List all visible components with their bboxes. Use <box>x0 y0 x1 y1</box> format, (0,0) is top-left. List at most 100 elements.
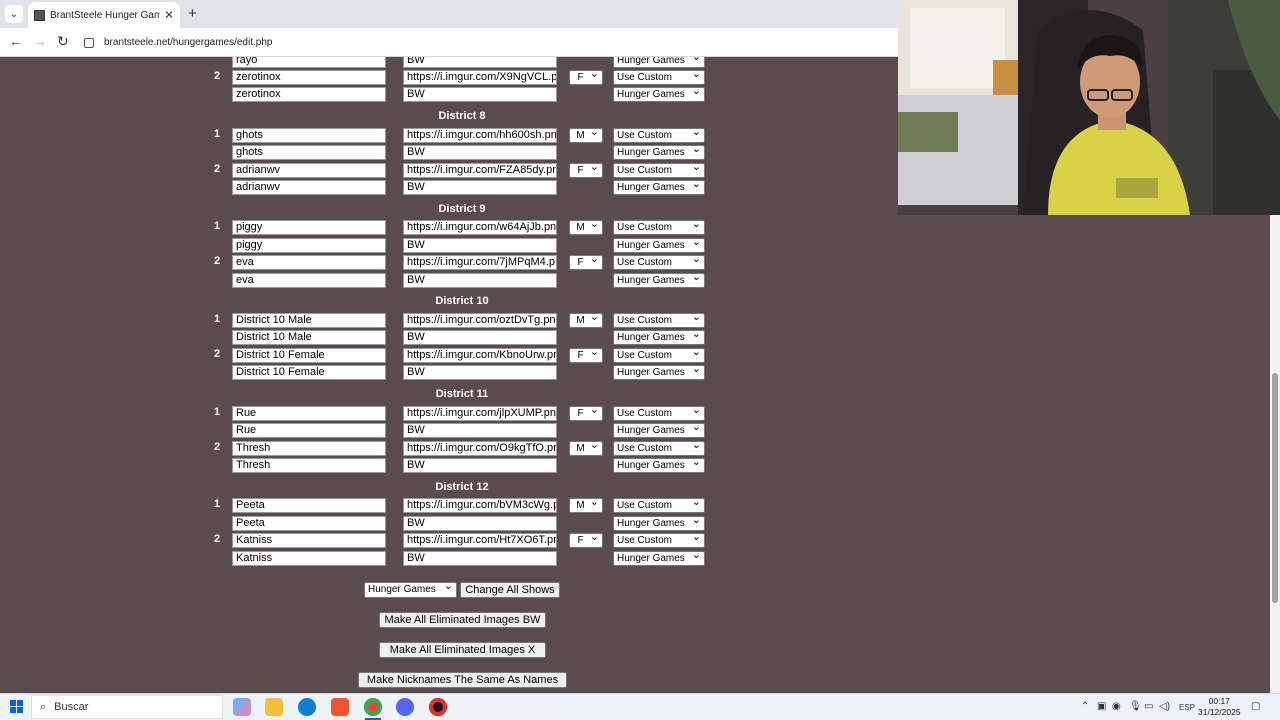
windows-start-icon[interactable] <box>10 700 24 714</box>
dead-name-input[interactable]: Rue <box>232 423 386 438</box>
wifi-icon[interactable]: ▭ <box>1144 701 1153 712</box>
dead-name-input[interactable]: zerotinox <box>232 86 386 102</box>
tribute-name-input[interactable]: adrianwv <box>232 162 386 178</box>
chrome-icon[interactable] <box>364 698 382 716</box>
notifications-icon[interactable]: ▢ <box>1251 701 1260 712</box>
dead-image-input[interactable]: BW <box>403 515 557 531</box>
tribute-name-input[interactable]: Peeta <box>232 498 386 514</box>
all-shows-select[interactable]: Hunger Games <box>364 582 457 598</box>
image-type-select[interactable]: Use Custom <box>613 312 705 328</box>
tribute-image-input[interactable]: https://i.imgur.com/O9kgTfO.pr <box>403 440 557 456</box>
tray-network-app-icon[interactable]: ◉ <box>1112 701 1121 712</box>
image-type-select[interactable]: Use Custom <box>613 162 705 178</box>
tribute-image-input[interactable]: https://i.imgur.com/X9NgVCL.p <box>403 69 557 85</box>
tribute-image-input[interactable]: https://i.imgur.com/oztDvTg.pn <box>403 312 557 328</box>
nicknames-same-button[interactable]: Make Nicknames The Same As Names <box>358 672 567 688</box>
dead-name-input[interactable]: ghots <box>232 144 386 160</box>
microphone-icon[interactable]: 🎙 <box>1129 701 1142 712</box>
dead-image-input[interactable]: BW <box>403 458 557 473</box>
taskbar-search[interactable]: ⌕ Buscar <box>31 695 223 719</box>
dead-type-select[interactable]: Hunger Games <box>613 237 705 253</box>
image-type-select[interactable]: Use Custom <box>613 69 705 85</box>
page-scrollbar[interactable] <box>1270 215 1280 693</box>
obs-icon[interactable] <box>429 698 447 716</box>
tribute-image-input[interactable]: https://i.imgur.com/FZA85dy.pr <box>403 162 557 178</box>
dead-name-input[interactable]: Peeta <box>232 515 386 531</box>
gender-select[interactable]: F <box>569 533 603 549</box>
dead-image-input[interactable]: BW <box>403 423 557 438</box>
gender-select[interactable]: F <box>569 69 603 85</box>
dead-type-select[interactable]: Hunger Games <box>613 550 705 566</box>
discord-icon[interactable] <box>396 698 414 716</box>
image-type-select[interactable]: Use Custom <box>613 127 705 143</box>
scrollbar-thumb[interactable] <box>1272 373 1278 603</box>
volume-icon[interactable]: ◁) <box>1159 701 1170 712</box>
site-info-icon[interactable] <box>84 37 94 48</box>
tribute-name-input[interactable]: eva <box>232 255 386 271</box>
image-type-select[interactable]: Use Custom <box>613 405 705 421</box>
tribute-name-input[interactable]: District 10 Female <box>232 347 386 363</box>
dead-type-select[interactable]: Hunger Games <box>613 365 705 381</box>
tribute-image-input[interactable]: https://i.imgur.com/bVM3cWg.p <box>403 498 557 514</box>
image-type-select[interactable]: Use Custom <box>613 533 705 549</box>
browser-tab[interactable]: BrantSteele Hunger Games Sim ✕ <box>28 2 180 28</box>
tribute-name-input[interactable]: ghots <box>232 127 386 143</box>
edge-icon[interactable] <box>298 698 316 716</box>
dead-type-select[interactable]: Hunger Games <box>613 144 705 160</box>
gender-select[interactable]: M <box>569 312 603 328</box>
gender-select[interactable]: M <box>569 220 603 236</box>
close-tab-icon[interactable]: ✕ <box>164 8 174 22</box>
dead-name-input[interactable]: piggy <box>232 237 386 253</box>
tribute-image-input[interactable]: https://i.imgur.com/w64AjJb.pn <box>403 220 557 236</box>
language-indicator[interactable]: ESP <box>1179 703 1195 712</box>
tribute-name-input[interactable]: zerotinox <box>232 69 386 85</box>
dead-type-select[interactable]: Hunger Games <box>613 458 705 473</box>
dead-name-input[interactable]: District 10 Male <box>232 330 386 346</box>
dead-name-input[interactable]: adrianwv <box>232 179 386 195</box>
gender-select[interactable]: M <box>569 127 603 143</box>
dead-name-input[interactable]: District 10 Female <box>232 365 386 381</box>
file-explorer-icon[interactable] <box>265 698 283 716</box>
image-type-select[interactable]: Use Custom <box>613 220 705 236</box>
dead-name-input[interactable]: Thresh <box>232 458 386 473</box>
dead-type-select[interactable]: Hunger Games <box>613 330 705 346</box>
dead-name-input[interactable]: eva <box>232 272 386 288</box>
dead-type-select[interactable]: Hunger Games <box>613 423 705 438</box>
tribute-image-input[interactable]: https://i.imgur.com/7jMPqM4.p <box>403 255 557 271</box>
dead-image-input[interactable]: BW <box>403 550 557 566</box>
dead-image-input[interactable]: BW <box>403 272 557 288</box>
dead-image-input[interactable]: BW <box>403 365 557 381</box>
gender-select[interactable]: M <box>569 440 603 456</box>
dead-type-select[interactable]: Hunger Games <box>613 86 705 102</box>
make-all-x-button[interactable]: Make All Eliminated Images X <box>379 642 546 658</box>
tab-list-button[interactable]: ⌄ <box>5 5 23 23</box>
dead-image-input[interactable]: BW <box>403 330 557 346</box>
tribute-name-input[interactable]: Thresh <box>232 440 386 456</box>
dead-image-input[interactable]: BW <box>403 144 557 160</box>
gender-select[interactable]: M <box>569 498 603 514</box>
gender-select[interactable]: F <box>569 255 603 271</box>
tribute-name-input[interactable]: Rue <box>232 405 386 421</box>
tribute-image-input[interactable]: https://i.imgur.com/hh600sh.pn <box>403 127 557 143</box>
clock[interactable]: 00:17 31/12/2025 <box>1198 696 1241 718</box>
dead-image-input[interactable]: BW <box>403 237 557 253</box>
image-type-select[interactable]: Use Custom <box>613 347 705 363</box>
dead-type-select[interactable]: Hunger Games <box>613 57 705 68</box>
gender-select[interactable]: F <box>569 347 603 363</box>
tribute-image-input[interactable]: https://i.imgur.com/jlpXUMP.pn <box>403 405 557 421</box>
brave-icon[interactable] <box>331 698 349 716</box>
copilot-icon[interactable] <box>233 698 251 716</box>
tribute-name-input[interactable]: District 10 Male <box>232 312 386 328</box>
back-icon[interactable]: ← <box>9 33 23 49</box>
image-type-select[interactable]: Use Custom <box>613 440 705 456</box>
image-type-select[interactable]: Use Custom <box>613 255 705 271</box>
forward-icon[interactable]: → <box>33 33 47 49</box>
image-type-select[interactable]: Use Custom <box>613 498 705 514</box>
tribute-name-input[interactable]: piggy <box>232 220 386 236</box>
make-all-bw-button[interactable]: Make All Eliminated Images BW <box>379 612 546 628</box>
tribute-image-input[interactable]: https://i.imgur.com/KbnoUrw.pr <box>403 347 557 363</box>
change-all-shows-button[interactable]: Change All Shows <box>460 582 560 598</box>
dead-type-select[interactable]: Hunger Games <box>613 272 705 288</box>
address-bar[interactable]: brantsteele.net/hungergames/edit.php <box>84 32 904 53</box>
dead-type-select[interactable]: Hunger Games <box>613 515 705 531</box>
